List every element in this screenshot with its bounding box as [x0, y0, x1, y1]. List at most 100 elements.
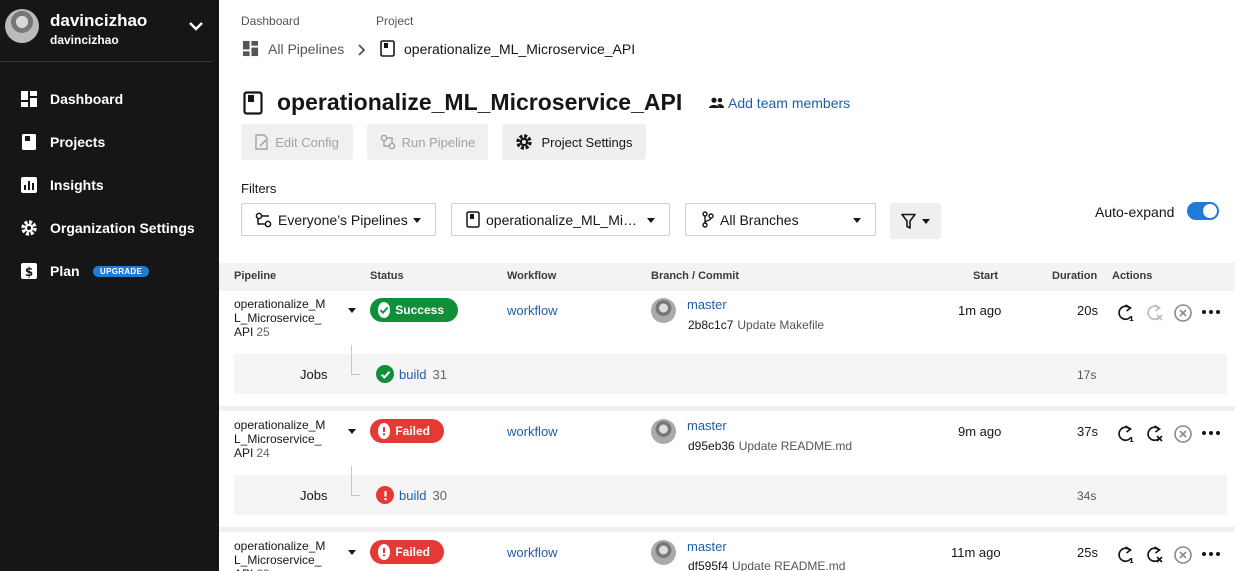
alert-icon — [376, 486, 394, 504]
sidebar-item-label: Projects — [50, 134, 106, 150]
chevron-down-icon[interactable] — [186, 16, 206, 36]
col-workflow: Workflow — [507, 270, 557, 282]
branch-link[interactable]: master — [687, 539, 727, 554]
avatar — [651, 419, 676, 444]
avatar — [651, 540, 676, 565]
cancel-icon[interactable] — [1173, 424, 1193, 444]
rerun-icon[interactable]: 1 — [1116, 545, 1135, 564]
branch-link[interactable]: master — [687, 418, 727, 433]
pipelines-filter-value: Everyone’s Pipelines — [278, 211, 408, 228]
user-name: davincizhao — [50, 11, 148, 30]
add-team-members-link[interactable]: Add team members — [709, 95, 850, 111]
commit-info[interactable]: df595f4 Update README.md — [688, 559, 845, 571]
page-title: operationalize_ML_Microservice_API — [243, 89, 682, 116]
svg-text:1: 1 — [1129, 557, 1134, 564]
pipeline-name[interactable]: operationalize_ML_Microservice_API 25 — [234, 297, 329, 339]
workflow-link[interactable]: workflow — [507, 545, 558, 560]
sidebar-item-projects[interactable]: Projects — [0, 124, 219, 160]
job-link[interactable]: build 30 — [376, 486, 447, 504]
commit-info[interactable]: d95eb36 Update README.md — [688, 439, 852, 453]
caret-down-icon — [647, 218, 655, 223]
job-duration: 34s — [1077, 489, 1097, 503]
project-settings-button[interactable]: Project Settings — [502, 124, 646, 160]
gear-icon — [21, 220, 37, 236]
avatar — [651, 298, 676, 323]
col-start: Start — [973, 270, 999, 282]
rerun-icon[interactable]: 1 — [1116, 424, 1135, 443]
projects-icon — [22, 134, 36, 150]
branch-filter-select[interactable]: All Branches — [685, 203, 876, 236]
workflow-link[interactable]: workflow — [507, 303, 558, 318]
insights-icon — [21, 177, 37, 193]
rerun-failed-icon[interactable] — [1145, 545, 1164, 564]
duration: 20s — [1077, 303, 1098, 318]
caret-down-icon — [853, 218, 861, 223]
dashboard-icon — [242, 40, 259, 57]
rerun-icon[interactable]: 1 — [1116, 303, 1135, 322]
commit-info[interactable]: 2b8c1c7 Update Makefile — [688, 318, 824, 332]
sidebar-item-label: Plan — [50, 263, 80, 279]
edit-config-button[interactable]: Edit Config — [241, 124, 353, 160]
check-icon — [376, 365, 394, 383]
project-icon — [380, 40, 395, 57]
workflow-link[interactable]: workflow — [507, 424, 558, 439]
avatar — [5, 9, 39, 43]
sidebar-item-organization-settings[interactable]: Organization Settings — [0, 210, 219, 246]
gear-icon — [516, 134, 533, 150]
more-options-icon[interactable] — [1201, 551, 1221, 557]
sidebar-item-label: Organization Settings — [50, 220, 195, 236]
caret-down-icon — [922, 219, 930, 224]
expand-caret-icon[interactable] — [348, 429, 356, 434]
pipeline-name[interactable]: operationalize_ML_Microservice_API 24 — [234, 418, 329, 460]
cancel-icon[interactable] — [1173, 303, 1193, 323]
project-settings-label: Project Settings — [541, 134, 633, 150]
caret-down-icon — [413, 218, 421, 223]
status-badge[interactable]: Success — [370, 298, 458, 322]
sidebar-item-plan[interactable]: $ Plan UPGRADE — [0, 253, 219, 289]
chevron-right-icon — [358, 44, 366, 56]
add-team-members-label: Add team members — [728, 95, 851, 111]
col-duration: Duration — [1052, 270, 1098, 282]
col-status: Status — [370, 270, 404, 282]
rerun-failed-icon[interactable] — [1145, 303, 1164, 322]
start-time: 9m ago — [958, 424, 1002, 439]
sidebar-item-dashboard[interactable]: Dashboard — [0, 81, 219, 117]
user-switcher[interactable]: davincizhao davincizhao — [0, 0, 213, 62]
breadcrumb-all-pipelines[interactable]: All Pipelines — [242, 40, 344, 57]
status-badge[interactable]: Failed — [370, 419, 444, 443]
dollar-icon: $ — [21, 263, 37, 279]
more-options-icon[interactable] — [1201, 430, 1221, 436]
advanced-filter-button[interactable] — [890, 203, 941, 239]
people-icon — [709, 97, 724, 108]
breadcrumb-project[interactable]: operationalize_ML_Microservice_API — [380, 40, 635, 57]
edit-config-label: Edit Config — [275, 134, 339, 150]
pipelines-filter-select[interactable]: Everyone’s Pipelines — [241, 203, 436, 236]
pipeline-icon — [380, 134, 395, 150]
row-divider — [219, 406, 1235, 411]
tree-connector — [351, 345, 360, 375]
project-icon — [243, 90, 263, 115]
auto-expand-toggle[interactable] — [1187, 202, 1219, 220]
rerun-failed-icon[interactable] — [1145, 424, 1164, 443]
branch-link[interactable]: master — [687, 297, 727, 312]
more-options-icon[interactable] — [1201, 309, 1221, 315]
expand-caret-icon[interactable] — [348, 308, 356, 313]
job-link[interactable]: build 31 — [376, 365, 447, 383]
edit-file-icon — [255, 134, 268, 150]
tree-connector — [351, 466, 360, 496]
svg-text:1: 1 — [1129, 436, 1134, 443]
user-org: davincizhao — [50, 33, 119, 47]
sidebar-item-insights[interactable]: Insights — [0, 167, 219, 203]
status-badge[interactable]: Failed — [370, 540, 444, 564]
sidebar-item-label: Insights — [50, 177, 104, 193]
col-branch-commit: Branch / Commit — [651, 270, 740, 282]
dashboard-icon — [21, 91, 37, 107]
project-filter-select[interactable]: operationalize_ML_Mi… — [451, 203, 670, 236]
cancel-icon[interactable] — [1173, 545, 1193, 565]
pipeline-name[interactable]: operationalize_ML_Microservice_API23 — [234, 539, 329, 571]
row-divider — [219, 527, 1235, 532]
expand-caret-icon[interactable] — [348, 550, 356, 555]
sidebar-item-label: Dashboard — [50, 91, 124, 107]
upgrade-badge[interactable]: UPGRADE — [93, 266, 150, 277]
run-pipeline-button[interactable]: Run Pipeline — [367, 124, 488, 160]
